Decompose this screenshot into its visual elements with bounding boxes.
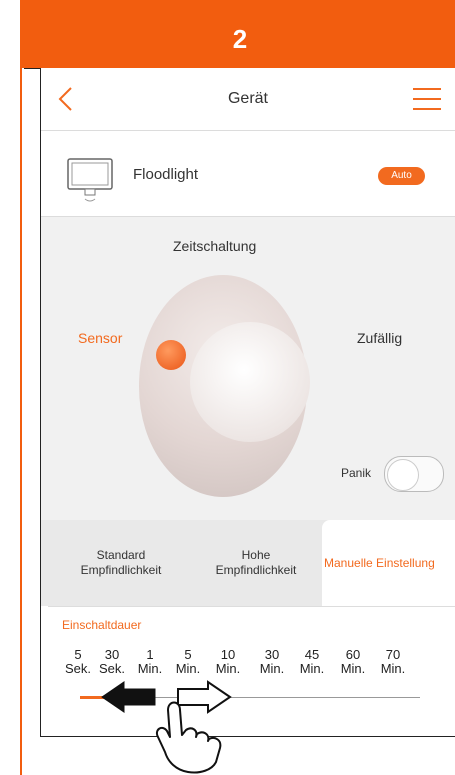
gesture-overlay [101, 680, 232, 774]
arrow-left-icon [101, 681, 156, 713]
arrow-right-icon [177, 680, 232, 714]
hand-pointer-icon [156, 701, 222, 774]
